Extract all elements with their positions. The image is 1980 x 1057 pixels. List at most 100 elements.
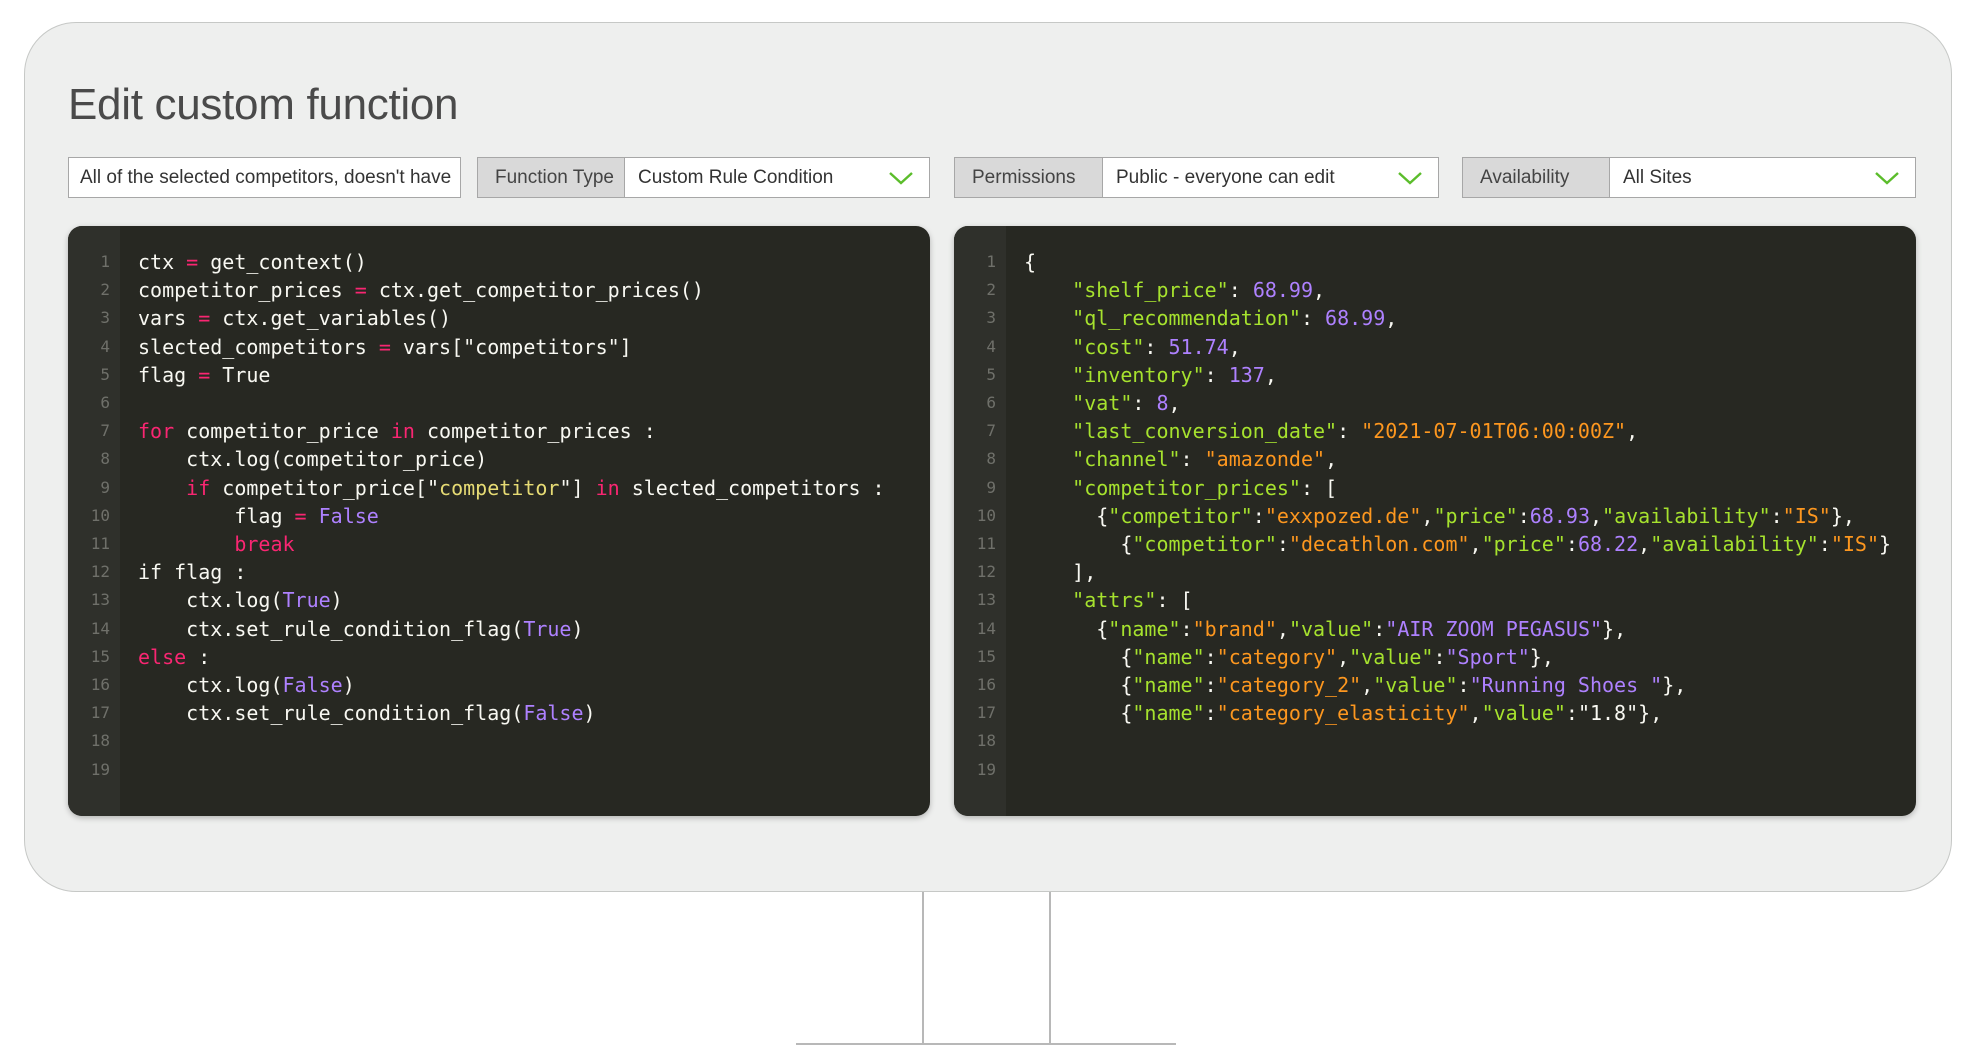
code-line[interactable]: {"competitor":"decathlon.com","price":68… [1024,530,1891,558]
code-token: ctx.set_rule_condition_flag( [138,701,524,726]
permissions-label: Permissions [955,158,1103,197]
code-line[interactable]: else : [138,643,210,671]
code-line[interactable]: slected_competitors = vars["competitors"… [138,333,632,361]
code-line[interactable]: "last_conversion_date": "2021-07-01T06:0… [1024,417,1638,445]
code-token: = [186,250,199,274]
code-line[interactable]: "attrs": [ [1024,586,1192,614]
code-token: , [1626,419,1639,444]
code-token: vars["competitors"] [390,334,632,359]
line-number: 7 [986,421,996,441]
function-type-label: Function Type [478,158,625,197]
availability-select[interactable]: Availability All Sites [1462,157,1916,198]
code-token: "shelf_price" [1072,278,1229,303]
code-token: = [198,306,211,331]
code-token: ) [330,588,343,613]
code-line[interactable]: flag = False [138,502,379,530]
code-token: competitor_prices [138,278,355,303]
code-line[interactable]: for competitor_price in competitor_price… [138,417,656,445]
code-token: 51.74 [1168,334,1229,359]
code-line[interactable]: "shelf_price": 68.99, [1024,276,1325,304]
code-line[interactable]: "competitor_prices": [ [1024,474,1337,502]
code-token: competitor_prices : [414,419,656,444]
code-line[interactable]: if competitor_price["competitor"] in sle… [138,474,884,502]
function-type-select[interactable]: Function Type Custom Rule Condition [477,157,930,198]
code-editor[interactable]: 1 2 3 4 5 6 7 8 9 10 11 12 13 14 15 16 17 18 19 ctx = get_c… [68,226,930,816]
code-token: flag [138,503,295,528]
line-number: 6 [100,393,110,412]
code-line[interactable]: competitor_prices = ctx.get_competitor_p… [138,276,704,304]
code-line[interactable]: flag = True [138,361,270,389]
code-line[interactable]: {"name":"category_2","value":"Running Sh… [1024,671,1686,699]
code-line[interactable]: break [138,530,294,558]
code-line[interactable]: vars = ctx.get_variables() [138,304,451,332]
code-token: { [1024,673,1133,697]
chevron-down-icon[interactable] [1382,158,1438,197]
code-line[interactable]: ctx = get_context() [138,248,367,276]
code-token: "availability" [1650,532,1819,556]
code-line[interactable]: {"competitor":"exxpozed.de","price":68.9… [1024,502,1855,530]
monitor-stand [1049,892,1051,1044]
code-token: : [1252,503,1265,528]
code-line[interactable]: "ql_recommendation": 68.99, [1024,304,1397,332]
code-line[interactable]: ctx.log(competitor_price) [138,445,487,473]
code-token: ) [342,673,355,697]
code-token: "value" [1373,673,1458,697]
line-number: 7 [100,421,110,441]
test-data-editor[interactable]: 1 2 3 4 5 6 7 8 9 10 11 12 13 14 15 16 17 18 19{ "shelf_pr… [954,226,1916,816]
code-token: : [ [1300,475,1338,500]
code-line[interactable]: {"name":"category_elasticity","value":"1… [1024,699,1662,727]
code-token: }, [1662,673,1687,697]
code-token: "category_elasticity" [1216,701,1470,726]
line-number: 17 [90,703,110,723]
code-token: "name" [1132,701,1205,726]
line-number: 19 [976,759,996,779]
availability-label: Availability [1463,158,1610,197]
code-line[interactable]: ctx.log(False) [138,671,355,699]
code-token: , [1361,673,1374,697]
code-token: "category" [1216,644,1338,669]
code-token: { [1024,532,1133,556]
code-line[interactable]: "inventory": 137, [1024,361,1277,389]
code-line[interactable]: {"name":"brand","value":"AIR ZOOM PEGASU… [1024,615,1626,643]
line-number: 4 [100,336,110,356]
code-token: { [1024,250,1037,274]
code-token: : [1565,701,1578,726]
function-name-input[interactable]: All of the selected competitors, doesn't… [68,157,461,198]
code-token: competitor [439,475,560,500]
code-token: True [282,588,331,613]
code-token: , [1638,532,1651,556]
chevron-down-icon[interactable] [873,158,929,197]
code-line[interactable]: "channel": "amazonde", [1024,445,1337,473]
chevron-down-icon[interactable] [1859,158,1915,197]
code-token: True [523,616,572,641]
code-line[interactable]: ctx.log(True) [138,586,343,614]
code-token: , [1337,644,1350,669]
code-token: "competitor" [1108,503,1253,528]
code-token: = [198,362,211,387]
code-token: for [138,419,175,444]
line-number: 8 [986,449,996,469]
code-token: : [1204,362,1229,387]
code-line[interactable]: "vat": 8, [1024,389,1180,417]
code-line[interactable]: ], [1024,558,1096,586]
code-line[interactable]: { [1024,248,1036,276]
code-line[interactable]: {"name":"category","value":"Sport"}, [1024,643,1554,671]
line-number: 4 [986,336,996,356]
code-line[interactable]: if flag : [138,558,246,586]
code-line[interactable]: ctx.set_rule_condition_flag(True) [138,615,583,643]
code-token: "1.8" [1577,701,1639,726]
function-type-value: Custom Rule Condition [638,167,834,188]
code-token: "Running Shoes " [1469,673,1663,697]
code-line[interactable]: "cost": 51.74, [1024,333,1241,361]
code-token: : [1132,391,1157,415]
permissions-select[interactable]: Permissions Public - everyone can edit [954,157,1439,198]
code-token: 68.99 [1325,306,1386,331]
code-line[interactable]: ctx.set_rule_condition_flag(False) [138,699,595,727]
code-token: : [1457,673,1470,697]
page-title: Edit custom function [68,80,459,129]
code-token: ctx.log(competitor_price) [138,447,488,472]
code-token: : [1818,532,1831,556]
code-token: "2021-07-01T06:00:00Z" [1361,419,1627,444]
